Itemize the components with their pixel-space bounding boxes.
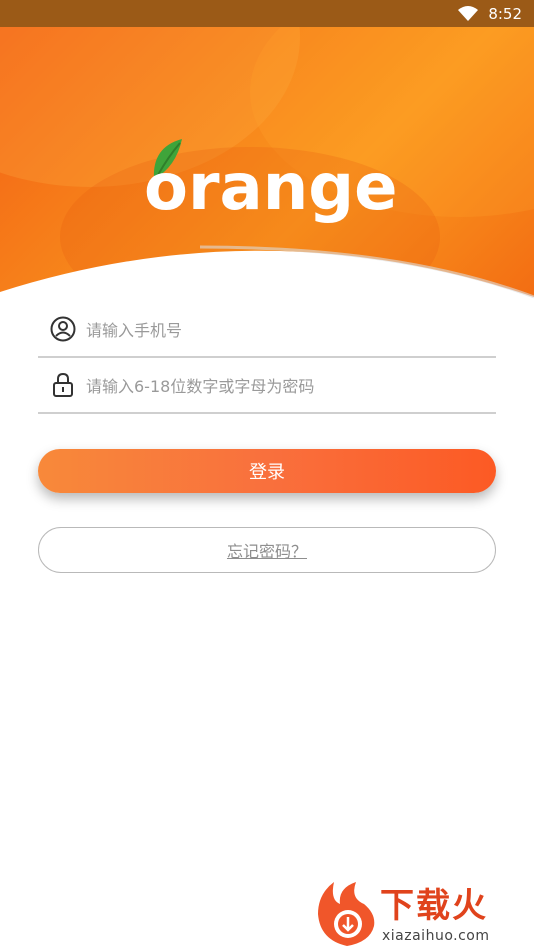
user-icon [50,316,76,342]
forgot-password-label: 忘记密码？ [226,542,307,561]
login-button[interactable]: 登录 [38,449,496,493]
wifi-icon [458,5,479,21]
forgot-password-button[interactable]: 忘记密码？ [38,527,496,573]
lock-icon [53,372,73,397]
logo-text: orange [144,151,398,225]
watermark-title: 下载火 [380,886,488,926]
watermark: 下载火 xiazaihuo.com [314,878,532,948]
password-field[interactable]: 请输入6-18位数字或字母为密码 [38,358,496,414]
hero-banner: orange [0,27,534,317]
phone-placeholder: 请输入手机号 [86,321,183,340]
orange-logo: orange [144,139,398,225]
flame-logo-icon [318,882,375,946]
status-bar: 8:52 [0,0,534,27]
password-placeholder: 请输入6-18位数字或字母为密码 [86,377,315,396]
phone-field[interactable]: 请输入手机号 [38,302,496,358]
status-time: 8:52 [488,4,522,23]
login-button-label: 登录 [249,462,285,483]
watermark-url: xiazaihuo.com [382,928,490,944]
